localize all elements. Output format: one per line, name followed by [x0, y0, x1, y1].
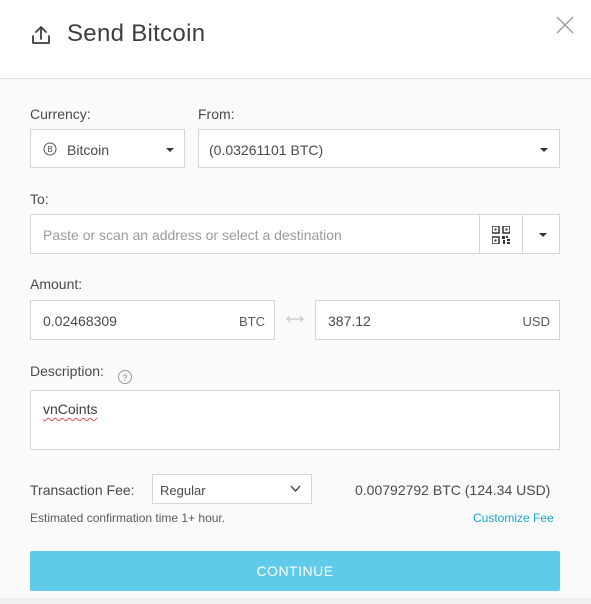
bottom-divider — [0, 598, 591, 604]
svg-text:B: B — [47, 145, 53, 154]
close-icon[interactable] — [555, 15, 575, 35]
from-label: From: — [198, 106, 235, 122]
upload-icon — [32, 26, 50, 44]
chevron-down-icon[interactable] — [539, 233, 547, 237]
customize-fee-link[interactable]: Customize Fee — [473, 511, 554, 525]
btc-amount-field[interactable]: 0.02468309 BTC — [30, 300, 275, 340]
divider — [479, 215, 480, 253]
to-label: To: — [30, 191, 49, 207]
btc-unit: BTC — [239, 314, 265, 329]
fee-amount: 0.00792792 BTC (124.34 USD) — [355, 482, 551, 498]
chevron-down-icon — [166, 148, 174, 152]
from-select[interactable]: (0.03261101 BTC) — [198, 129, 560, 168]
divider — [522, 215, 523, 253]
to-address-input[interactable]: Paste or scan an address or select a des… — [43, 227, 342, 243]
usd-unit: USD — [522, 314, 550, 329]
currency-value: Bitcoin — [67, 142, 110, 158]
fee-select[interactable]: Regular — [152, 474, 312, 504]
fee-option: Regular — [160, 483, 206, 498]
description-value[interactable]: vnCoints — [43, 401, 97, 417]
description-textarea[interactable]: vnCoints — [30, 390, 560, 450]
swap-arrows-icon — [286, 315, 304, 323]
bitcoin-icon: B — [43, 142, 57, 156]
dialog-header: Send Bitcoin — [0, 0, 591, 79]
dialog-title: Send Bitcoin — [67, 20, 206, 47]
confirmation-estimate: Estimated confirmation time 1+ hour. — [30, 511, 226, 525]
from-value: (0.03261101 BTC) — [209, 142, 324, 158]
description-label: Description: — [30, 363, 104, 379]
usd-amount-field[interactable]: 387.12 USD — [315, 300, 560, 340]
btc-amount-value[interactable]: 0.02468309 — [43, 313, 117, 329]
continue-button[interactable]: CONTINUE — [30, 551, 560, 591]
chevron-down-icon — [290, 485, 301, 492]
amount-label: Amount: — [30, 276, 83, 292]
chevron-down-icon — [540, 148, 548, 152]
currency-select[interactable]: B Bitcoin — [30, 129, 185, 168]
fee-label: Transaction Fee: — [30, 482, 135, 498]
usd-amount-value[interactable]: 387.12 — [328, 313, 371, 329]
currency-label: Currency: — [30, 106, 91, 122]
help-icon[interactable]: ? — [118, 370, 132, 384]
qr-code-icon[interactable] — [492, 226, 510, 244]
to-address-field[interactable]: Paste or scan an address or select a des… — [30, 214, 560, 254]
